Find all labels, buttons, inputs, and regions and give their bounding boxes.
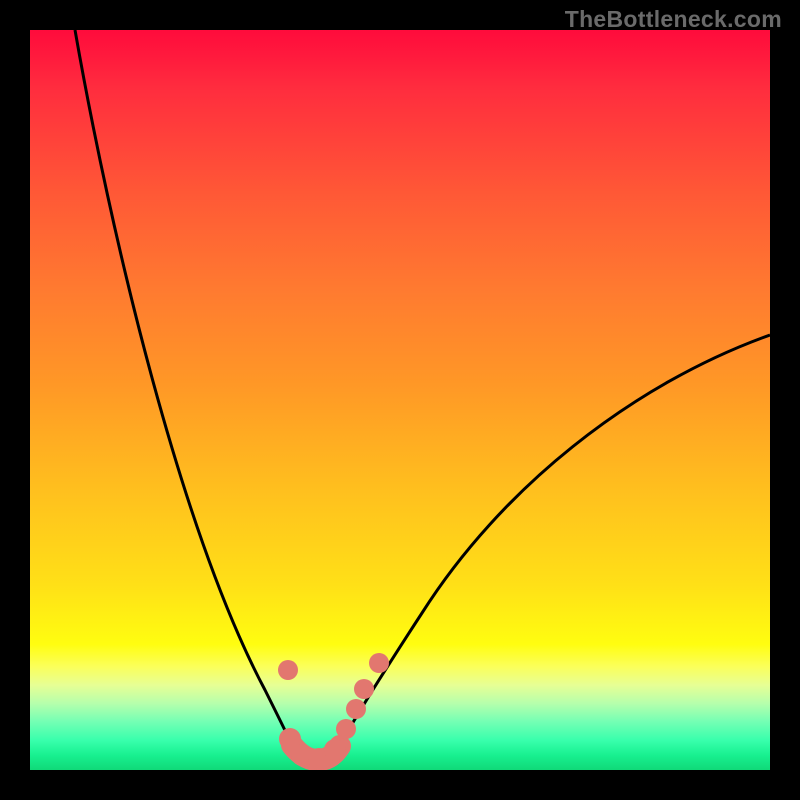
watermark-label: TheBottleneck.com bbox=[565, 6, 782, 33]
chart-svg bbox=[30, 30, 770, 770]
data-marker bbox=[346, 699, 366, 719]
data-marker bbox=[354, 679, 374, 699]
data-marker bbox=[369, 653, 389, 673]
curve-right bbox=[340, 335, 770, 745]
markers-group bbox=[278, 653, 389, 770]
data-marker bbox=[336, 719, 356, 739]
plot-area bbox=[30, 30, 770, 770]
curve-left bbox=[75, 30, 292, 745]
data-marker bbox=[324, 739, 346, 761]
data-marker bbox=[278, 660, 298, 680]
